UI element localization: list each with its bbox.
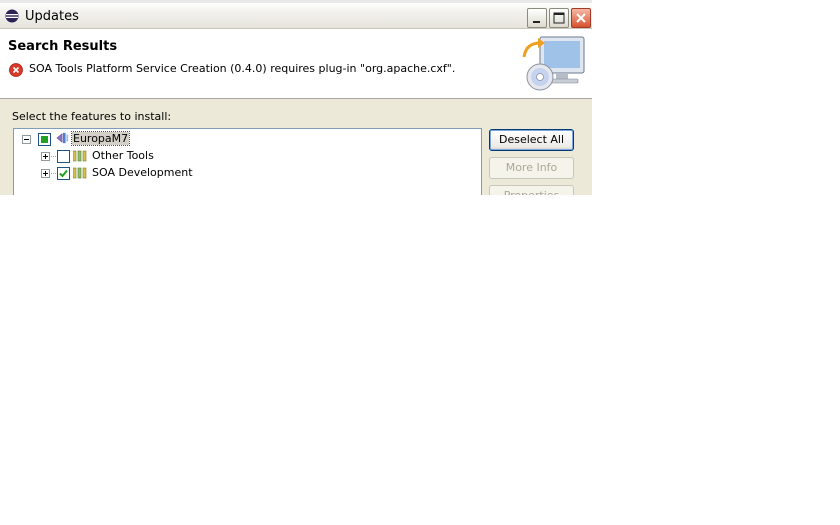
category-icon <box>73 167 87 179</box>
tree-label-soa-development: SOA Development <box>92 166 193 179</box>
maximize-icon <box>553 12 565 24</box>
updates-dialog: Updates Search Results SOA Tools Platfor… <box>0 0 592 195</box>
tree-row-soa-development[interactable]: SOA Development <box>14 165 474 181</box>
tree-label-europam7: EuropaM7 <box>70 131 131 146</box>
tree-label-other-tools: Other Tools <box>92 149 154 162</box>
expand-toggle[interactable] <box>41 169 50 178</box>
minimize-icon <box>533 21 540 23</box>
maximize-button[interactable] <box>549 8 569 28</box>
site-icon <box>56 132 69 144</box>
expand-toggle[interactable] <box>41 152 50 161</box>
properties-button[interactable]: Properties <box>489 185 574 195</box>
minus-icon <box>24 139 29 140</box>
tree-row-other-tools[interactable]: Other Tools <box>14 148 474 164</box>
tree-row-europam7[interactable]: EuropaM7 <box>14 131 474 147</box>
collapse-toggle[interactable] <box>22 135 31 144</box>
features-prompt: Select the features to install: <box>12 110 172 123</box>
plus-icon <box>43 171 48 176</box>
partial-check-icon <box>41 136 48 143</box>
close-button[interactable] <box>571 8 591 28</box>
more-info-button[interactable]: More Info <box>489 157 574 179</box>
error-icon <box>9 63 23 77</box>
close-icon <box>576 13 586 23</box>
update-monitor-icon <box>522 36 585 91</box>
checkbox-other-tools[interactable] <box>57 150 70 163</box>
window-title: Updates <box>25 9 79 24</box>
page-title: Search Results <box>8 39 118 54</box>
check-icon <box>59 169 68 178</box>
dialog-header: Search Results SOA Tools Platform Servic… <box>0 29 592 99</box>
title-bar[interactable]: Updates <box>0 0 592 29</box>
error-message: SOA Tools Platform Service Creation (0.4… <box>29 62 456 75</box>
checkbox-soa-development[interactable] <box>57 167 70 180</box>
features-tree[interactable]: EuropaM7 Other Tools SOA Development <box>13 128 482 195</box>
plus-icon <box>43 154 48 159</box>
category-icon <box>73 150 87 162</box>
minimize-button[interactable] <box>527 8 547 28</box>
eclipse-icon <box>5 9 19 23</box>
checkbox-europam7[interactable] <box>38 133 51 146</box>
deselect-all-button[interactable]: Deselect All <box>489 129 574 151</box>
